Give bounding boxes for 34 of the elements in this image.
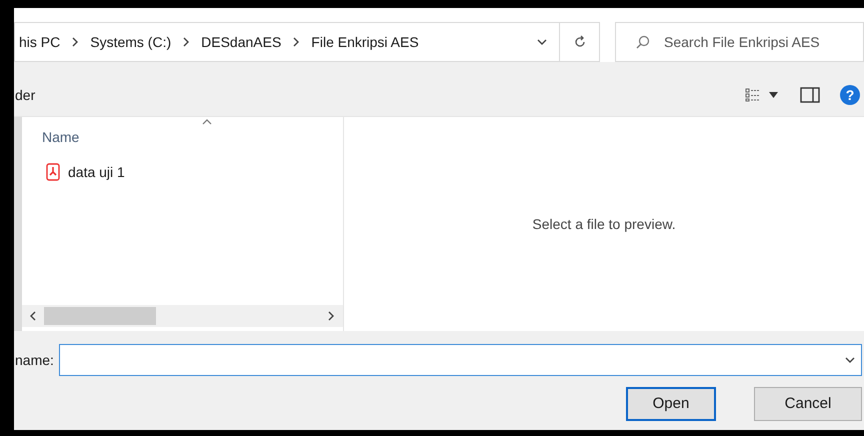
help-button[interactable]: ? [840, 85, 860, 105]
column-header[interactable]: Name [42, 127, 80, 151]
view-options-button[interactable] [745, 88, 778, 102]
preview-pane: Select a file to preview. [344, 117, 864, 331]
open-button[interactable]: Open [626, 387, 716, 421]
horizontal-scrollbar[interactable] [22, 305, 343, 327]
breadcrumb[interactable]: File Enkripsi AES [311, 32, 419, 52]
preview-pane-button[interactable] [800, 87, 820, 103]
pdf-file-icon [46, 163, 60, 181]
chevron-right-icon [291, 37, 302, 47]
search-input[interactable]: Search File Enkripsi AES [664, 32, 863, 52]
file-name-label: name: [15, 350, 55, 370]
preview-pane-icon [800, 87, 820, 103]
scroll-right-icon [326, 311, 336, 321]
file-item[interactable]: data uji 1 [22, 161, 133, 183]
chevron-down-icon [537, 37, 547, 47]
scroll-left-icon [28, 311, 38, 321]
chevron-down-icon [845, 355, 855, 365]
breadcrumb[interactable]: his PC [19, 32, 60, 52]
file-name-field[interactable] [59, 344, 862, 376]
cancel-button[interactable]: Cancel [754, 387, 862, 421]
toolbar-label[interactable]: der [15, 84, 36, 106]
chevron-right-icon [181, 37, 192, 47]
details-view-icon [745, 88, 761, 102]
refresh-button[interactable] [560, 22, 600, 62]
search-field[interactable]: Search File Enkripsi AES [615, 22, 864, 62]
dropdown-triangle-icon [769, 92, 778, 98]
address-bar[interactable]: his PC Systems (C:) DESdanAES File Enkripsi AES [14, 22, 560, 62]
search-icon [636, 35, 650, 49]
sort-ascending-icon [202, 119, 212, 125]
breadcrumb[interactable]: DESdanAES [201, 32, 282, 52]
chevron-right-icon [70, 37, 80, 47]
refresh-icon [572, 35, 586, 49]
breadcrumb[interactable]: Systems (C:) [90, 32, 172, 52]
